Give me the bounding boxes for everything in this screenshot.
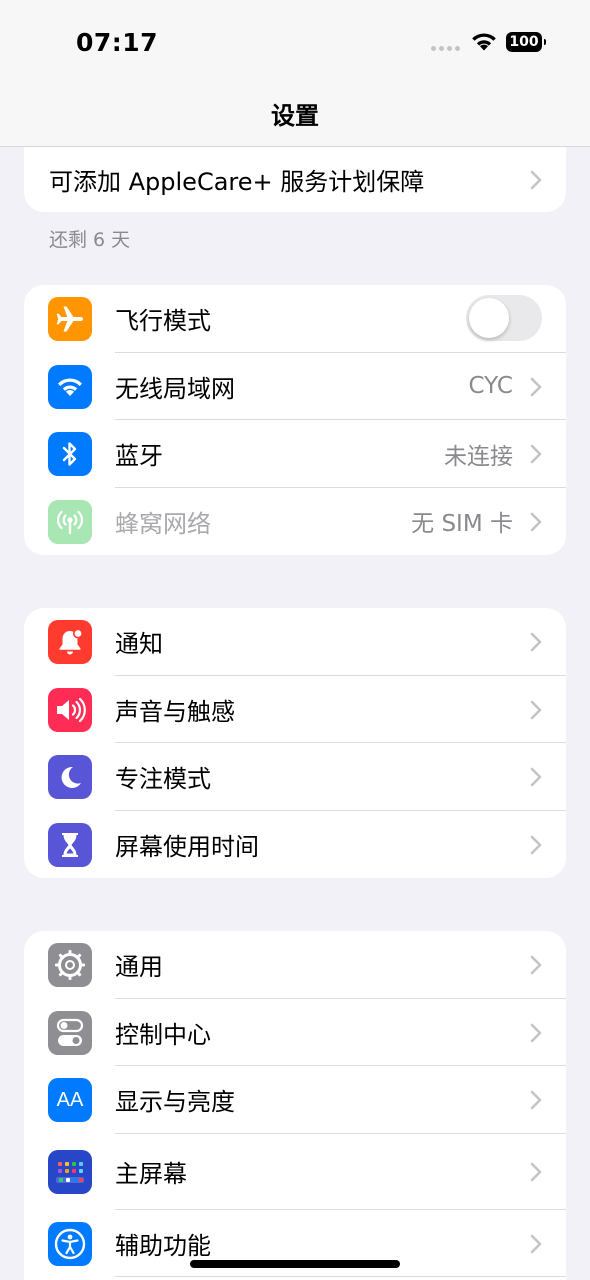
chevron-right-icon (530, 767, 542, 787)
notifications-row[interactable]: 通知 (24, 608, 566, 676)
bell-icon (48, 620, 92, 664)
screen-time-row[interactable]: 屏幕使用时间 (24, 811, 566, 879)
sounds-row[interactable]: 声音与触感 (24, 676, 566, 743)
battery-icon: 100 (506, 32, 546, 52)
text-size-glyph: AA (56, 1088, 84, 1111)
battery-level: 100 (509, 34, 539, 50)
status-icons: 100 (431, 32, 546, 52)
display-label: 显示与亮度 (115, 1088, 235, 1117)
chevron-right-icon (530, 632, 542, 652)
home-indicator[interactable] (190, 1260, 400, 1268)
airplane-icon (48, 297, 92, 341)
wifi-value: CYC (468, 373, 513, 400)
chevron-right-icon (530, 955, 542, 975)
attention-group: 通知 声音与触感 专注模式 屏幕使用时间 (24, 608, 566, 878)
connectivity-group: 飞行模式 无线局域网 CYC 蓝牙 未连接 蜂窝网络 无 SIM 卡 (24, 285, 566, 555)
chevron-right-icon (530, 1162, 542, 1181)
cellular-row[interactable]: 蜂窝网络 无 SIM 卡 (24, 488, 566, 556)
home-screen-icon (48, 1149, 92, 1194)
home-screen-label: 主屏幕 (115, 1160, 187, 1188)
text-size-icon: AA (48, 1078, 92, 1122)
control-center-label: 控制中心 (115, 1020, 211, 1049)
bluetooth-label: 蓝牙 (115, 442, 163, 471)
cellular-dots-icon (431, 45, 460, 51)
screen-time-label: 屏幕使用时间 (115, 832, 259, 861)
applecare-footnote: 还剩 6 天 (49, 229, 131, 251)
speaker-icon (48, 687, 92, 732)
accessibility-label: 辅助功能 (115, 1231, 211, 1260)
bluetooth-row[interactable]: 蓝牙 未连接 (24, 420, 566, 488)
gear-icon (48, 943, 92, 987)
applecare-label: 可添加 AppleCare+ 服务计划保障 (49, 167, 425, 196)
hourglass-icon (48, 822, 92, 867)
top-bar: 07:17 100 设置 (0, 0, 590, 147)
chevron-right-icon (530, 512, 542, 531)
applecare-row[interactable]: 可添加 AppleCare+ 服务计划保障 (24, 146, 566, 212)
settings-screen: 07:17 100 设置 可添加 AppleCare+ 服务计划保障 还剩 6 … (0, 0, 590, 1280)
chevron-right-icon (530, 1234, 542, 1253)
accessibility-icon (48, 1221, 92, 1266)
toggle-knob (469, 298, 509, 338)
page-title: 设置 (271, 102, 319, 130)
display-row[interactable]: AA 显示与亮度 (24, 1066, 566, 1134)
focus-row[interactable]: 专注模式 (24, 743, 566, 811)
wifi-icon (472, 33, 496, 51)
general-group: 通用 控制中心 AA 显示与亮度 主屏幕 辅助功能 (24, 931, 566, 1280)
home-screen-row[interactable]: 主屏幕 (24, 1134, 566, 1210)
airplane-mode-row: 飞行模式 (24, 285, 566, 353)
control-center-row[interactable]: 控制中心 (24, 999, 566, 1066)
airplane-mode-label: 飞行模式 (115, 307, 211, 336)
general-label: 通用 (115, 953, 163, 982)
status-time: 07:17 (76, 28, 159, 57)
wifi-label: 无线局域网 (115, 374, 235, 403)
wifi-row[interactable]: 无线局域网 CYC (24, 353, 566, 420)
divider (115, 1276, 566, 1277)
moon-icon (48, 755, 92, 799)
bluetooth-value: 未连接 (444, 443, 513, 470)
general-row[interactable]: 通用 (24, 931, 566, 999)
bluetooth-icon (48, 432, 92, 476)
chevron-right-icon (530, 700, 542, 719)
wifi-icon (48, 364, 92, 409)
sounds-label: 声音与触感 (115, 697, 235, 726)
chevron-right-icon (530, 444, 542, 464)
chevron-right-icon (530, 377, 542, 396)
focus-label: 专注模式 (115, 765, 211, 794)
cellular-label: 蜂窝网络 (115, 509, 211, 538)
chevron-right-icon (530, 170, 542, 190)
applecare-group: 可添加 AppleCare+ 服务计划保障 (24, 146, 566, 212)
airplane-mode-toggle[interactable] (466, 295, 542, 341)
switches-icon (48, 1010, 92, 1055)
cellular-value: 无 SIM 卡 (411, 511, 513, 538)
chevron-right-icon (530, 1023, 542, 1042)
notifications-label: 通知 (115, 630, 163, 659)
chevron-right-icon (530, 1090, 542, 1110)
cellular-icon (48, 499, 92, 544)
chevron-right-icon (530, 835, 542, 854)
